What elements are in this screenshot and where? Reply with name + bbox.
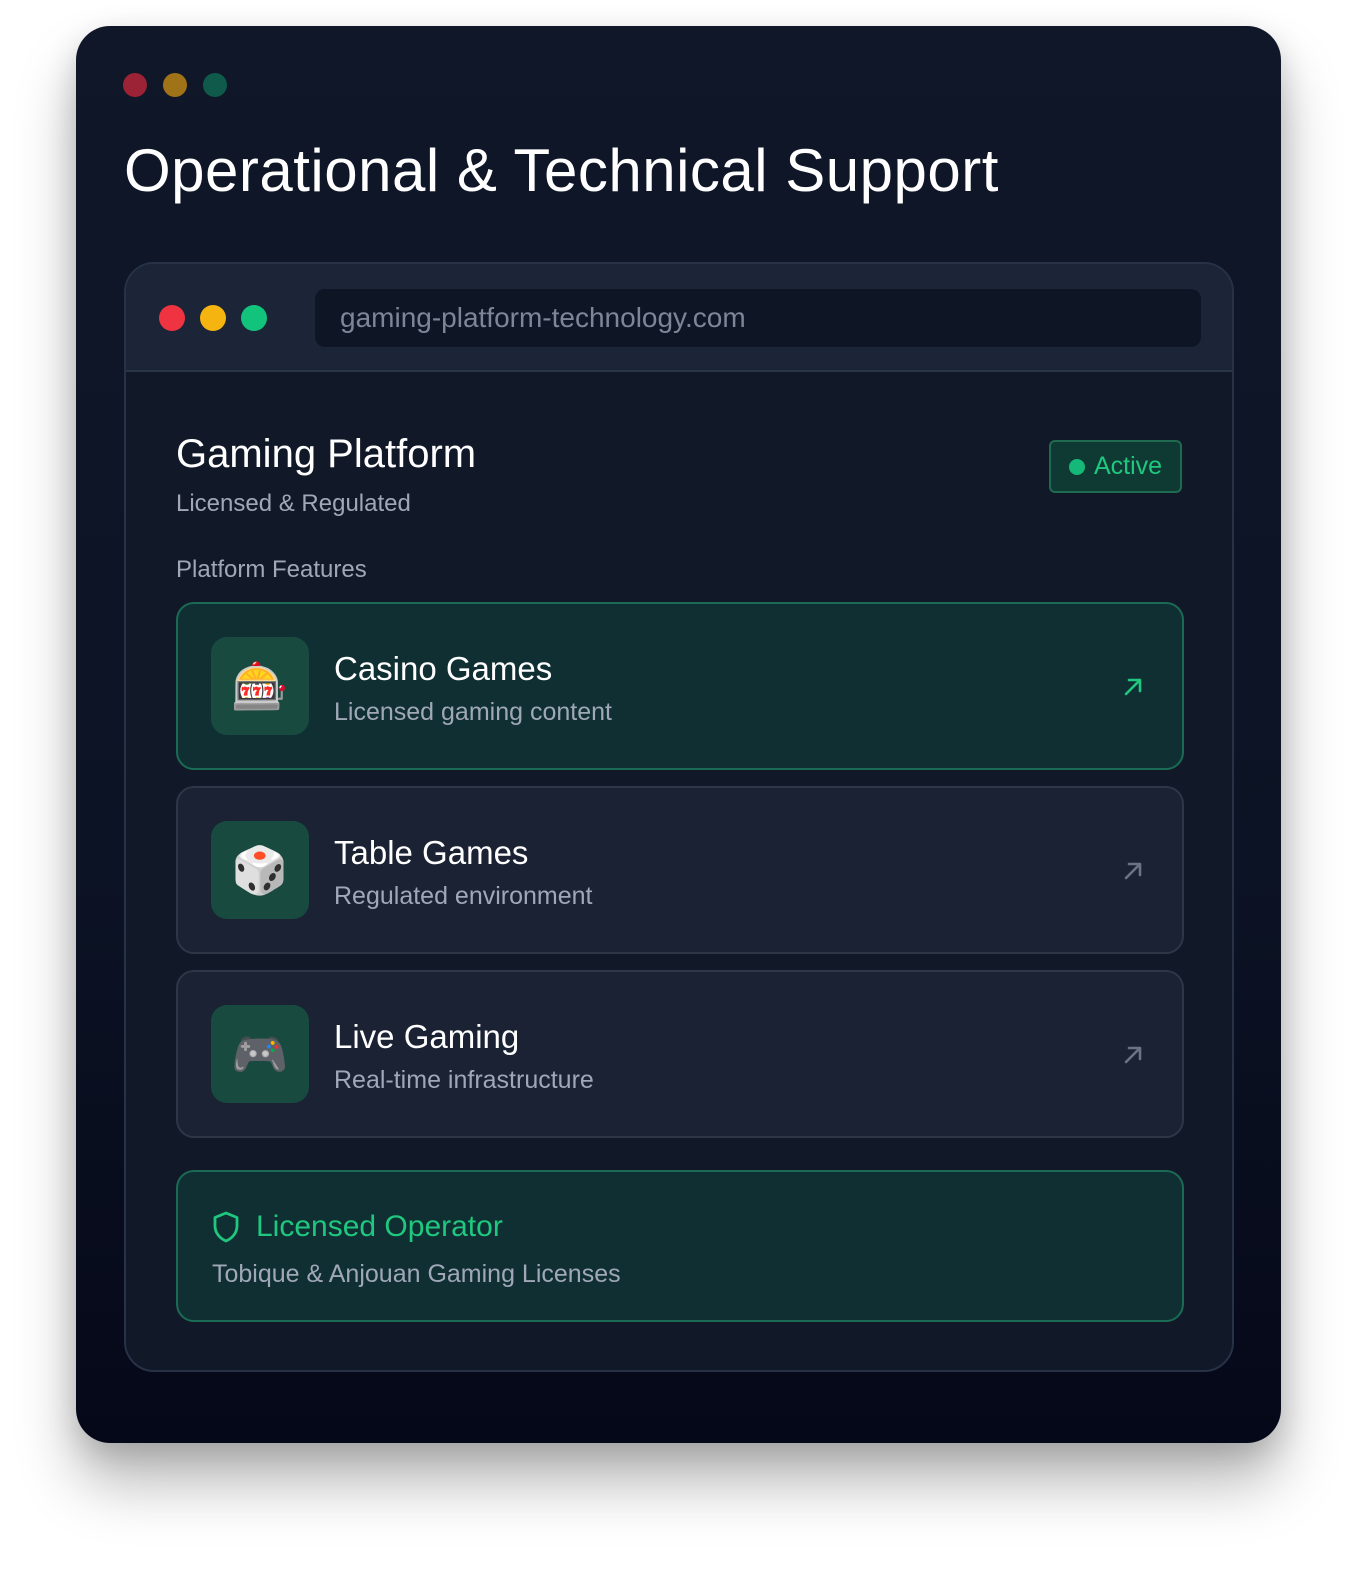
license-card: Licensed Operator Tobique & Anjouan Gami…	[176, 1170, 1184, 1322]
browser-toolbar: gaming-platform-technology.com	[126, 264, 1232, 372]
browser-controls	[159, 305, 267, 331]
dice-icon: 🎲	[211, 821, 309, 919]
feature-title: Table Games	[334, 834, 529, 871]
feature-description: Real-time infrastructure	[334, 1066, 594, 1094]
platform-title: Gaming Platform	[176, 432, 477, 476]
shield-icon	[213, 1211, 239, 1243]
maximize-dot[interactable]	[203, 73, 227, 97]
url-bar[interactable]: gaming-platform-technology.com	[315, 289, 1201, 347]
section-label: Platform Features	[176, 556, 367, 583]
feature-description: Regulated environment	[334, 882, 593, 910]
feature-card-casino-games[interactable]: 🎰 Casino Games Licensed gaming content	[176, 602, 1184, 770]
feature-description: Licensed gaming content	[334, 698, 612, 726]
arrow-up-right-icon[interactable]	[1122, 860, 1144, 882]
status-dot-icon	[1068, 458, 1085, 475]
slot-machine-icon: 🎰	[211, 637, 309, 735]
license-title: Licensed Operator	[256, 1210, 503, 1243]
feature-card-live-gaming[interactable]: 🎮 Live Gaming Real-time infrastructure	[176, 970, 1184, 1138]
status-badge: Active	[1049, 440, 1182, 493]
feature-title: Casino Games	[334, 650, 553, 687]
window-controls	[123, 73, 227, 97]
app-window: Operational & Technical Support gaming-p…	[76, 26, 1281, 1443]
close-dot[interactable]	[123, 73, 147, 97]
arrow-up-right-icon[interactable]	[1122, 676, 1144, 698]
browser-close-dot[interactable]	[159, 305, 185, 331]
browser-window: gaming-platform-technology.com Gaming Pl…	[124, 262, 1234, 1372]
platform-subtitle: Licensed & Regulated	[176, 490, 411, 517]
feature-card-table-games[interactable]: 🎲 Table Games Regulated environment	[176, 786, 1184, 954]
feature-title: Live Gaming	[334, 1018, 520, 1055]
gamepad-icon: 🎮	[211, 1005, 309, 1103]
browser-maximize-dot[interactable]	[241, 305, 267, 331]
license-header: Licensed Operator	[212, 1210, 503, 1244]
arrow-up-right-icon[interactable]	[1122, 1044, 1144, 1066]
browser-minimize-dot[interactable]	[200, 305, 226, 331]
status-label: Active	[1093, 452, 1163, 480]
page-title: Operational & Technical Support	[124, 137, 999, 204]
minimize-dot[interactable]	[163, 73, 187, 97]
license-description: Tobique & Anjouan Gaming Licenses	[212, 1260, 621, 1288]
